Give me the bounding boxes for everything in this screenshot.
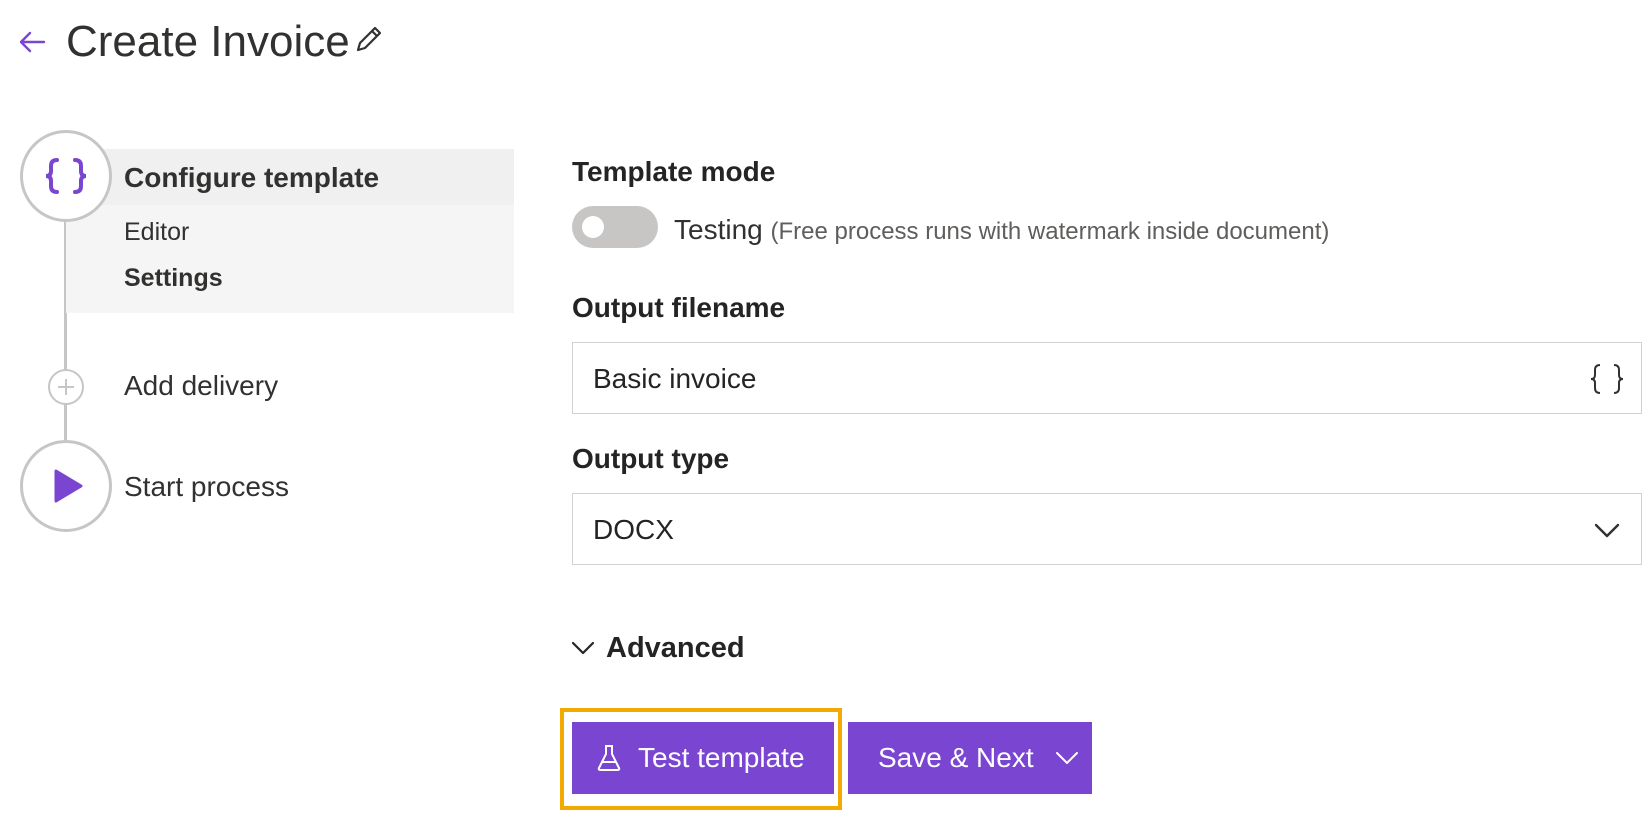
step-configure-template[interactable]: Configure template <box>124 160 379 196</box>
output-type-select[interactable]: DOCX <box>572 493 1642 565</box>
plus-circle-icon <box>58 379 74 395</box>
play-icon <box>54 469 83 503</box>
chevron-down-icon[interactable] <box>1054 745 1080 771</box>
braces-icon[interactable] <box>1587 361 1627 397</box>
flask-icon <box>597 745 621 771</box>
step-add-delivery-circle[interactable] <box>48 369 84 405</box>
chevron-down-icon <box>1594 523 1620 538</box>
test-template-button[interactable]: Test template <box>572 722 834 794</box>
save-next-label: Save & Next <box>878 742 1034 773</box>
save-next-button[interactable]: Save & Next <box>848 722 1092 794</box>
output-type-label: Output type <box>572 443 730 474</box>
chevron-down-icon <box>571 641 595 655</box>
toggle-note: (Free process runs with watermark inside… <box>770 218 1330 245</box>
advanced-toggle[interactable]: Advanced <box>570 628 745 668</box>
step-add-delivery[interactable]: Add delivery <box>124 368 278 404</box>
output-filename-input[interactable]: Basic invoice <box>572 342 1642 414</box>
output-type-value: DOCX <box>593 514 674 545</box>
template-mode-label: Template mode <box>572 156 776 187</box>
step-start-process-circle[interactable] <box>20 440 112 532</box>
braces-icon <box>45 158 87 194</box>
template-mode-status: Testing (Free process runs with watermar… <box>674 212 1329 250</box>
step-configure-circle[interactable] <box>20 130 112 222</box>
test-template-label: Test template <box>638 742 805 773</box>
pencil-icon[interactable] <box>352 22 386 56</box>
template-mode-toggle[interactable] <box>572 206 658 248</box>
toggle-text: Testing <box>674 214 763 245</box>
substep-settings[interactable]: Settings <box>124 262 223 294</box>
page-title: Create Invoice <box>66 17 350 66</box>
page: Create Invoice Configure template Editor… <box>0 0 1650 840</box>
output-filename-label: Output filename <box>572 292 786 323</box>
substep-editor[interactable]: Editor <box>124 216 189 248</box>
arrow-left-icon[interactable] <box>16 26 48 58</box>
toggle-knob <box>582 216 604 238</box>
step-start-process[interactable]: Start process <box>124 469 289 505</box>
advanced-label: Advanced <box>606 631 745 664</box>
output-filename-value: Basic invoice <box>593 363 757 394</box>
